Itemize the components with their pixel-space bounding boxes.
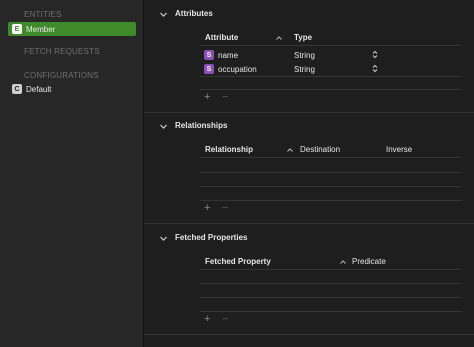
section-divider xyxy=(144,334,474,335)
entities-header: ENTITIES xyxy=(24,10,62,19)
entity-item-member[interactable]: E Member xyxy=(8,22,136,36)
type-column-header[interactable]: Type xyxy=(294,33,312,42)
section-divider xyxy=(144,223,474,224)
popup-stepper-icon[interactable] xyxy=(372,50,378,59)
row-divider xyxy=(200,200,462,201)
table-header-divider xyxy=(200,157,462,158)
remove-relationship-button[interactable]: − xyxy=(222,202,228,214)
entity-icon: E xyxy=(12,24,22,34)
attribute-name[interactable]: name xyxy=(218,51,238,60)
section-divider xyxy=(144,112,474,113)
row-divider xyxy=(200,297,462,298)
attribute-column-header[interactable]: Attribute xyxy=(205,33,238,42)
editor-main: Attributes Attribute Type S name String … xyxy=(144,0,474,347)
remove-attribute-button[interactable]: − xyxy=(222,91,228,103)
entity-label: Member xyxy=(26,24,56,34)
chevron-down-icon[interactable] xyxy=(160,235,167,242)
row-divider xyxy=(200,76,462,77)
configuration-item-default[interactable]: C Default xyxy=(8,82,51,96)
attribute-name[interactable]: occupation xyxy=(218,65,257,74)
attribute-row[interactable]: S occupation String xyxy=(200,62,462,76)
row-divider xyxy=(200,283,462,284)
add-relationship-button[interactable]: + xyxy=(204,202,210,214)
sidebar: ENTITIES E Member FETCH REQUESTS CONFIGU… xyxy=(0,0,144,347)
add-fetched-property-button[interactable]: + xyxy=(204,313,210,325)
add-attribute-button[interactable]: + xyxy=(204,91,210,103)
chevron-down-icon[interactable] xyxy=(160,11,167,18)
row-divider xyxy=(200,89,462,90)
fetch-requests-header: FETCH REQUESTS xyxy=(24,47,100,56)
table-header-divider xyxy=(200,269,462,270)
sort-ascending-icon xyxy=(340,260,346,264)
attributes-section-title: Attributes xyxy=(175,9,213,18)
string-type-icon: S xyxy=(204,64,214,74)
relationship-column-header[interactable]: Relationship xyxy=(205,145,253,154)
sort-ascending-icon xyxy=(287,148,293,152)
chevron-down-icon[interactable] xyxy=(160,123,167,130)
predicate-column-header[interactable]: Predicate xyxy=(352,257,386,266)
remove-fetched-property-button[interactable]: − xyxy=(222,313,228,325)
sort-ascending-icon xyxy=(276,36,282,40)
attribute-type[interactable]: String xyxy=(294,65,315,74)
row-divider xyxy=(200,172,462,173)
fetched-property-column-header[interactable]: Fetched Property xyxy=(205,257,271,266)
fetched-properties-section-title: Fetched Properties xyxy=(175,233,248,242)
popup-stepper-icon[interactable] xyxy=(372,64,378,73)
row-divider xyxy=(200,311,462,312)
attribute-row[interactable]: S name String xyxy=(200,48,462,62)
attribute-type[interactable]: String xyxy=(294,51,315,60)
relationships-section-title: Relationships xyxy=(175,121,228,130)
configurations-header: CONFIGURATIONS xyxy=(24,71,99,80)
inverse-column-header[interactable]: Inverse xyxy=(386,145,412,154)
table-header-divider xyxy=(200,45,462,46)
destination-column-header[interactable]: Destination xyxy=(300,145,340,154)
string-type-icon: S xyxy=(204,50,214,60)
configuration-label: Default xyxy=(26,84,52,94)
row-divider xyxy=(200,186,462,187)
configuration-icon: C xyxy=(12,84,22,94)
